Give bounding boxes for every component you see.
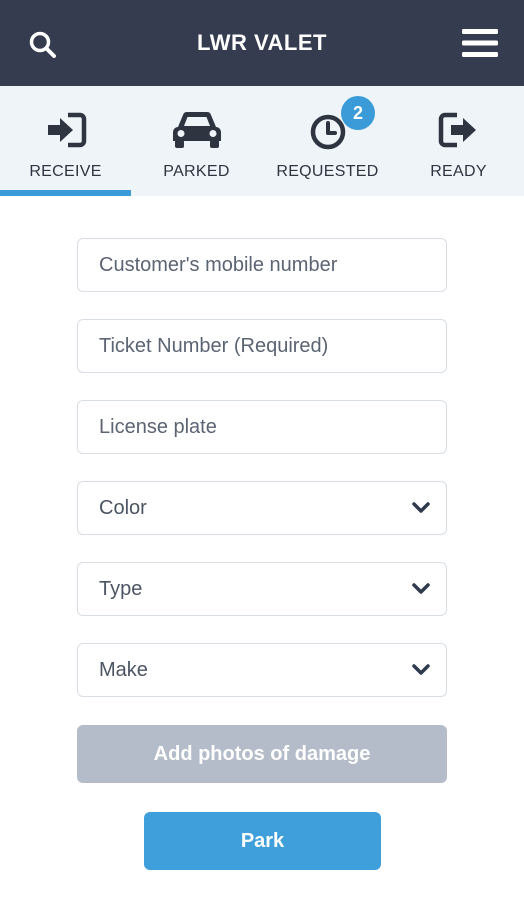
type-select[interactable]: Type (77, 562, 447, 616)
tab-receive[interactable]: RECEIVE (0, 86, 131, 196)
make-select[interactable]: Make (77, 643, 447, 697)
ticket-number-field[interactable] (77, 319, 447, 373)
tab-bar: RECEIVE PARKED 2 REQUESTED READY (0, 86, 524, 196)
tab-ready[interactable]: READY (393, 86, 524, 196)
ticket-number-input[interactable] (78, 320, 446, 372)
sign-out-icon (435, 110, 483, 150)
type-select-value: Type (99, 578, 143, 600)
requested-count-badge: 2 (341, 96, 375, 130)
tab-requested-label: REQUESTED (276, 163, 379, 180)
chevron-down-icon (412, 663, 430, 677)
license-plate-field[interactable] (77, 400, 447, 454)
tab-parked[interactable]: PARKED (131, 86, 262, 196)
add-photos-button[interactable]: Add photos of damage (77, 725, 447, 783)
app-screen: LWR VALET RECEIVE PARKED 2 REQUESTED REA… (0, 0, 524, 900)
hamburger-menu-icon[interactable] (462, 27, 498, 59)
license-plate-input[interactable] (78, 401, 446, 453)
make-select-value: Make (99, 659, 148, 681)
car-icon (169, 110, 225, 150)
tab-receive-label: RECEIVE (29, 163, 102, 180)
chevron-down-icon (412, 582, 430, 596)
color-select-value: Color (99, 497, 147, 519)
park-button[interactable]: Park (144, 812, 381, 870)
mobile-number-field[interactable] (77, 238, 447, 292)
mobile-number-input[interactable] (78, 239, 446, 291)
tab-ready-label: READY (430, 163, 487, 180)
sign-in-icon (42, 110, 90, 150)
app-title: LWR VALET (197, 30, 327, 55)
top-bar: LWR VALET (0, 0, 524, 86)
tab-requested[interactable]: 2 REQUESTED (262, 86, 393, 196)
color-select[interactable]: Color (77, 481, 447, 535)
tab-parked-label: PARKED (163, 163, 230, 180)
chevron-down-icon (412, 501, 430, 515)
